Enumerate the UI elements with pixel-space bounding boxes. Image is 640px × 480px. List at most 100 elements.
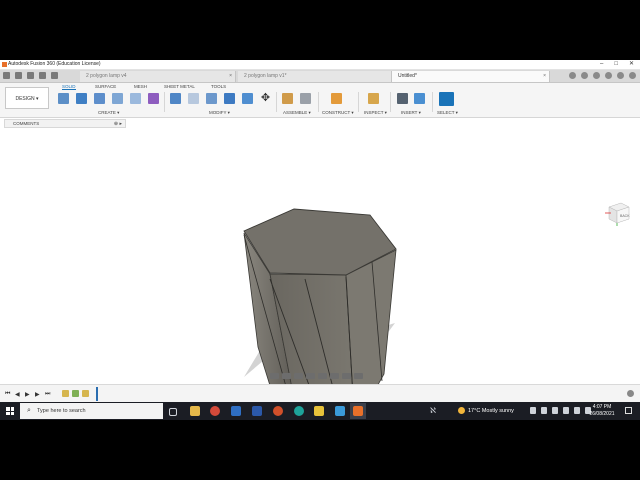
account-icon[interactable] [629,72,636,79]
pattern-icon[interactable] [130,93,141,104]
move-icon[interactable]: ✥ [260,93,271,104]
usb-icon[interactable] [552,407,558,414]
doc-tab-3[interactable]: Untitled* × [392,71,550,82]
tab-surface[interactable]: SURFACE [95,84,116,89]
toolbar-ribbon: DESIGN ▾ SOLID SURFACE MESH SHEET METAL … [0,83,640,118]
doc-tab-1[interactable]: 2 polygon lamp v4 × [80,71,236,82]
job-status-icon[interactable] [593,72,600,79]
document-tab-bar: 2 polygon lamp v4 × 2 polygon lamp v1* U… [0,70,640,83]
new-tab-icon[interactable] [569,72,576,79]
step-forward-button[interactable]: ▶ [35,391,40,398]
clock-date: 26/08/2021 [589,411,615,417]
data-panel-icon[interactable] [3,72,10,79]
revolve-icon[interactable] [94,93,105,104]
play-button[interactable]: ▶ [25,391,30,398]
undo-icon[interactable] [39,72,46,79]
create-form-icon[interactable] [148,93,159,104]
hole-icon[interactable] [112,93,123,104]
insert-image-icon[interactable] [414,93,425,104]
modify-menu[interactable]: MODIFY ▾ [209,110,230,116]
volume-icon[interactable] [574,407,580,414]
people-icon[interactable]: ℵ [430,406,440,416]
tab-solid[interactable]: SOLID [62,84,76,90]
start-button[interactable] [6,407,14,415]
windows-taskbar: ⌕ Type here to search ℵ 17°C Mostly sunn… [0,402,640,420]
timeline-feature-extrude[interactable] [72,390,79,397]
store-icon[interactable] [335,406,345,416]
extensions-icon[interactable] [581,72,588,79]
extrude-icon[interactable] [76,93,87,104]
chrome-icon[interactable] [210,406,220,416]
go-to-end-button[interactable]: ⏭ [45,391,50,398]
zoom-icon[interactable] [306,372,315,379]
new-sketch-icon[interactable] [58,93,69,104]
word-icon[interactable] [252,406,262,416]
measure-icon[interactable] [368,93,379,104]
shell-icon[interactable] [224,93,235,104]
help-icon[interactable] [617,72,624,79]
task-view-icon[interactable] [169,408,177,416]
close-button[interactable]: ✕ [629,60,634,69]
offset-plane-icon[interactable] [331,93,342,104]
file-menu-icon[interactable] [15,72,22,79]
notifications-center-icon[interactable] [625,407,632,414]
close-tab-icon[interactable]: × [543,71,546,82]
doc-tab-2[interactable]: 2 polygon lamp v1* [238,71,392,82]
pan-icon[interactable] [294,372,303,379]
close-tab-icon[interactable]: × [229,71,232,82]
construct-menu[interactable]: CONSTRUCT ▾ [322,110,354,116]
fit-icon[interactable] [318,372,327,379]
minimize-button[interactable]: – [600,60,603,69]
select-icon[interactable] [439,92,454,106]
wifi-icon[interactable] [563,407,569,414]
insert-derive-icon[interactable] [397,93,408,104]
go-to-start-button[interactable]: ⏮ [5,391,10,398]
combine-icon[interactable] [242,93,253,104]
timeline-bar: ⏮ ◀ ▶ ▶ ⏭ [0,384,640,403]
viewcube[interactable]: BACK [603,199,631,227]
workspace-switcher[interactable]: DESIGN ▾ [5,87,49,109]
file-explorer-icon[interactable] [190,406,200,416]
grid-settings-icon[interactable] [342,372,351,379]
canvas-viewport[interactable]: BACK [0,129,640,384]
taskbar-search[interactable]: ⌕ Type here to search [20,403,163,419]
viewports-icon[interactable] [354,372,363,379]
show-hidden-icons-icon[interactable] [530,407,536,414]
insert-menu[interactable]: INSERT ▾ [401,110,421,116]
orbit-icon[interactable] [270,372,279,379]
powerpoint-icon[interactable] [273,406,283,416]
sticky-notes-icon[interactable] [314,406,324,416]
maximize-button[interactable]: □ [614,60,618,69]
window-title: Autodesk Fusion 360 (Education License) [8,61,101,67]
new-component-icon[interactable] [282,93,293,104]
onedrive-icon[interactable] [541,407,547,414]
comments-panel[interactable]: COMMENTS ⊕ ▸ [4,119,126,128]
press-pull-icon[interactable] [170,93,181,104]
tab-mesh[interactable]: MESH [134,84,147,89]
notifications-icon[interactable] [605,72,612,79]
fillet-icon[interactable] [188,93,199,104]
inspect-menu[interactable]: INSPECT ▾ [364,110,387,116]
chamfer-icon[interactable] [206,93,217,104]
joint-icon[interactable] [300,93,311,104]
timeline-feature-sketch[interactable] [62,390,69,397]
assemble-menu[interactable]: ASSEMBLE ▾ [283,110,311,116]
tab-tools[interactable]: TOOLS [211,84,226,89]
save-icon[interactable] [27,72,34,79]
display-settings-icon[interactable] [330,372,339,379]
timeline-settings-icon[interactable] [627,390,634,397]
redo-icon[interactable] [51,72,58,79]
timeline-feature-sketch-2[interactable] [82,390,89,397]
taskbar-clock[interactable]: 4:07 PM 26/08/2021 [585,404,619,418]
outlook-icon[interactable] [231,406,241,416]
edge-icon[interactable] [294,406,304,416]
timeline-marker[interactable] [96,387,98,401]
fusion-360-taskbar-icon[interactable] [353,406,363,416]
add-comment-button[interactable]: ⊕ ▸ [114,120,122,128]
weather-widget[interactable]: 17°C Mostly sunny [458,402,514,420]
look-at-icon[interactable] [282,372,291,379]
create-menu[interactable]: CREATE ▾ [98,110,119,116]
select-menu[interactable]: SELECT ▾ [437,110,458,116]
step-back-button[interactable]: ◀ [15,391,20,398]
tab-sheet-metal[interactable]: SHEET METAL [164,84,195,89]
